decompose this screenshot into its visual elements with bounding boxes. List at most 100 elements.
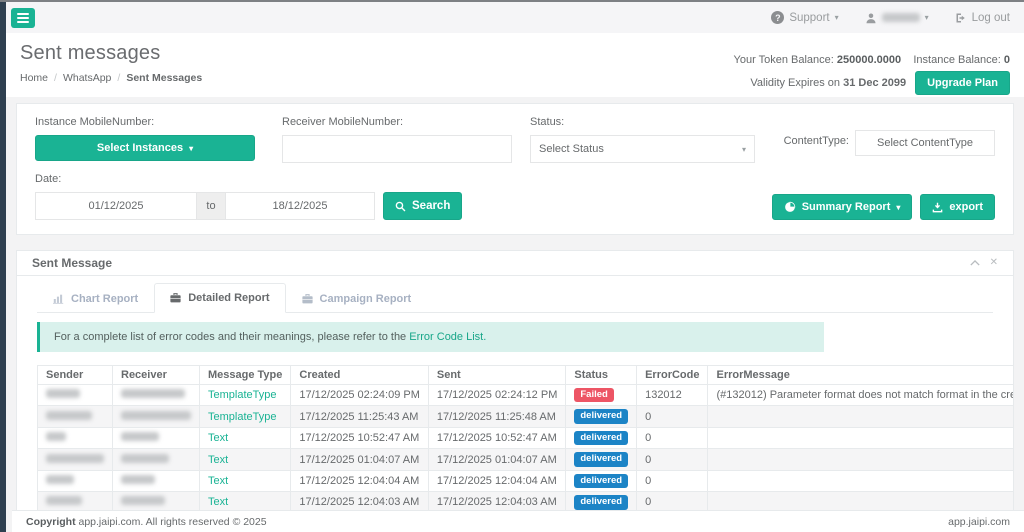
select-instances-label: Select Instances [97, 142, 183, 154]
download-icon [932, 202, 943, 213]
table-row: TemplateType 17/12/2025 02:24:09 PM 17/1… [38, 385, 1014, 406]
breadcrumb-home[interactable]: Home [20, 72, 63, 84]
export-button[interactable]: export [920, 194, 995, 220]
date-to-input[interactable] [225, 192, 375, 220]
sent-messages-table: Sender Receiver Message Type Created Sen… [37, 365, 1013, 532]
cell-sender [38, 470, 113, 491]
cell-errorcode: 0 [637, 427, 708, 448]
breadcrumb-whatsapp[interactable]: WhatsApp [63, 72, 126, 84]
breadcrumb: HomeWhatsAppSent Messages [20, 72, 202, 84]
user-menu[interactable]: ▾ [865, 12, 929, 24]
pie-chart-icon [784, 201, 796, 213]
bar-chart-icon [53, 294, 64, 304]
tab-chart-report[interactable]: Chart Report [37, 283, 154, 313]
status-select[interactable]: Select Status ▾ [530, 135, 755, 163]
export-label: export [949, 201, 983, 213]
sent-message-panel: Sent Message ✕ Chart Report [16, 250, 1014, 532]
close-icon[interactable]: ✕ [990, 258, 998, 268]
tab-detailed-report[interactable]: Detailed Report [154, 283, 285, 313]
message-type-link[interactable]: TemplateType [208, 389, 276, 401]
cell-errorcode: 0 [637, 449, 708, 470]
cell-errorcode: 132012 [637, 385, 708, 406]
cell-sent: 17/12/2025 01:04:07 AM [428, 449, 565, 470]
receiver-redacted [121, 432, 159, 441]
tab-campaign-report[interactable]: Campaign Report [286, 283, 428, 313]
cell-created: 17/12/2025 11:25:43 AM [291, 406, 428, 427]
sender-redacted [46, 411, 92, 420]
filter-panel: Instance MobileNumber: Select Instances … [16, 103, 1014, 235]
cell-status: delivered [566, 449, 637, 470]
col-status[interactable]: Status [566, 366, 637, 385]
cell-errormessage [708, 449, 1013, 470]
top-navbar: ? Support ▾ ▾ Log out [6, 2, 1024, 33]
sender-redacted [46, 389, 80, 398]
cell-created: 17/12/2025 10:52:47 AM [291, 427, 428, 448]
caret-down-icon: ▾ [925, 13, 929, 22]
table-row: Text 17/12/2025 10:52:47 AM 17/12/2025 1… [38, 427, 1014, 448]
status-badge: delivered [574, 495, 628, 509]
logout-label: Log out [972, 12, 1010, 24]
cell-receiver [113, 449, 200, 470]
footer-domain: app.jaipi.com [948, 516, 1010, 528]
contenttype-input[interactable] [855, 130, 995, 156]
message-type-link[interactable]: Text [208, 454, 228, 466]
cell-receiver [113, 406, 200, 427]
support-menu[interactable]: ? Support ▾ [771, 11, 838, 24]
search-label: Search [412, 200, 450, 212]
date-from-input[interactable] [35, 192, 197, 220]
menu-icon [17, 13, 29, 23]
cell-message-type: Text [200, 427, 291, 448]
logout-icon [955, 12, 967, 24]
search-button[interactable]: Search [383, 192, 462, 220]
sender-redacted [46, 496, 82, 505]
receiver-mobile-input[interactable] [282, 135, 512, 163]
error-code-list-link[interactable]: Error Code List. [409, 331, 486, 343]
receiver-redacted [121, 496, 165, 505]
caret-down-icon: ▾ [189, 144, 193, 153]
receiver-redacted [121, 475, 155, 484]
caret-down-icon: ▾ [896, 203, 900, 212]
col-receiver[interactable]: Receiver [113, 366, 200, 385]
cell-message-type: Text [200, 470, 291, 491]
tab-label: Chart Report [71, 293, 138, 305]
message-type-link[interactable]: Text [208, 432, 228, 444]
message-type-link[interactable]: TemplateType [208, 411, 276, 423]
message-type-link[interactable]: Text [208, 496, 228, 508]
table-row: Text 17/12/2025 01:04:07 AM 17/12/2025 0… [38, 449, 1014, 470]
summary-report-button[interactable]: Summary Report ▾ [772, 194, 913, 220]
col-message-type[interactable]: Message Type [200, 366, 291, 385]
receiver-label: Receiver MobileNumber: [282, 116, 512, 128]
cell-sender [38, 449, 113, 470]
cell-receiver [113, 470, 200, 491]
col-errorcode[interactable]: ErrorCode [637, 366, 708, 385]
select-instances-button[interactable]: Select Instances ▾ [35, 135, 255, 161]
receiver-redacted [121, 411, 191, 420]
validity-label: Validity Expires on [750, 77, 840, 89]
receiver-redacted [121, 454, 169, 463]
question-icon: ? [771, 11, 784, 24]
instance-label: Instance MobileNumber: [35, 116, 255, 128]
sidebar-toggle-button[interactable] [11, 8, 35, 28]
message-type-link[interactable]: Text [208, 475, 228, 487]
logout-button[interactable]: Log out [955, 12, 1010, 24]
cell-message-type: Text [200, 449, 291, 470]
cell-receiver [113, 385, 200, 406]
collapse-icon[interactable] [970, 259, 980, 267]
error-code-notice: For a complete list of error codes and t… [37, 322, 824, 352]
status-badge: Failed [574, 388, 613, 402]
status-badge: delivered [574, 431, 628, 445]
cell-status: delivered [566, 470, 637, 491]
cell-sender [38, 427, 113, 448]
summary-report-label: Summary Report [802, 201, 891, 213]
upgrade-plan-button[interactable]: Upgrade Plan [915, 71, 1010, 95]
table-row: TemplateType 17/12/2025 11:25:43 AM 17/1… [38, 406, 1014, 427]
col-sender[interactable]: Sender [38, 366, 113, 385]
cell-errormessage [708, 427, 1013, 448]
cell-sent: 17/12/2025 11:25:48 AM [428, 406, 565, 427]
col-created[interactable]: Created [291, 366, 428, 385]
col-sent[interactable]: Sent [428, 366, 565, 385]
cell-status: delivered [566, 406, 637, 427]
caret-down-icon: ▾ [742, 145, 746, 154]
col-errormessage[interactable]: ErrorMessage [708, 366, 1013, 385]
sender-redacted [46, 475, 74, 484]
